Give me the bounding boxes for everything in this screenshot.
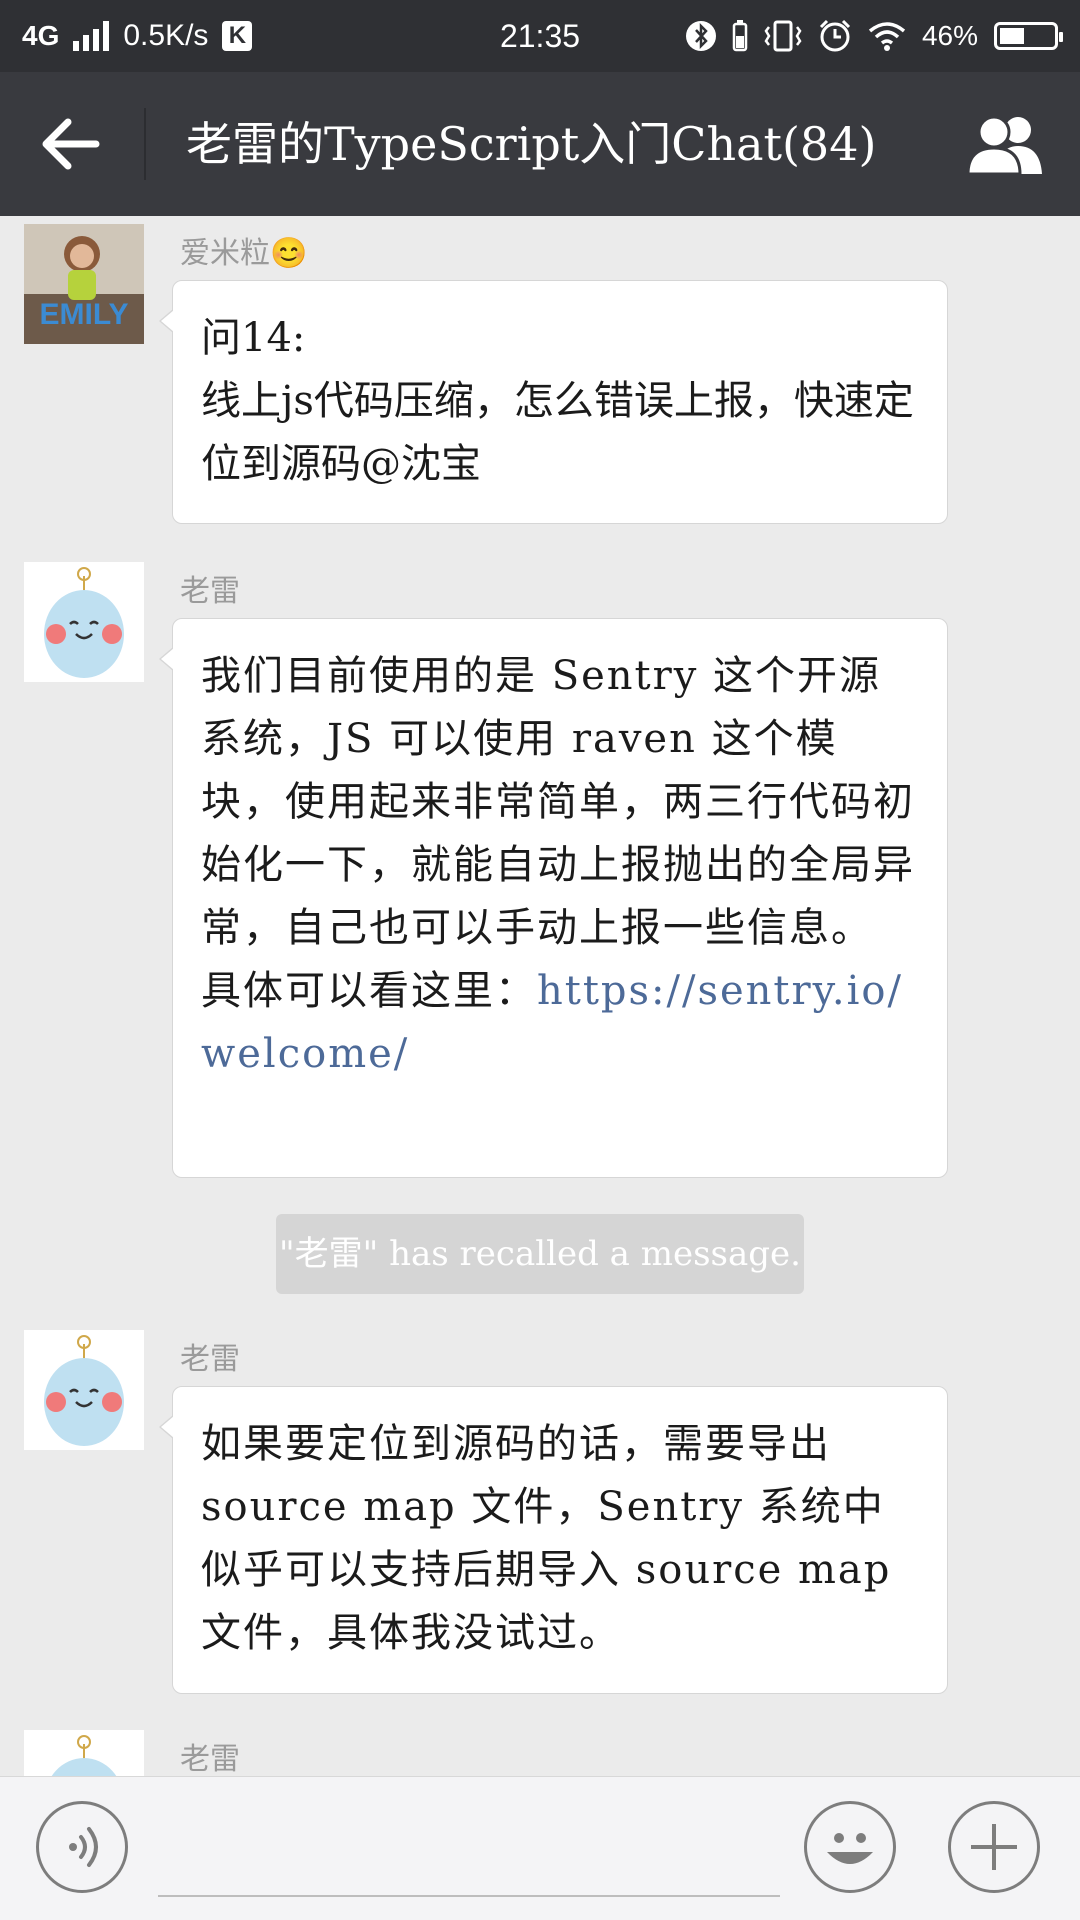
message-bubble[interactable]: 如果要定位到源码的话，需要导出 source map 文件，Sentry 系统中… xyxy=(159,1386,948,1694)
more-button[interactable] xyxy=(948,1801,1040,1893)
message-input[interactable] xyxy=(158,1895,780,1897)
sender-name: 爱米粒😊 xyxy=(180,236,308,271)
input-bar xyxy=(0,1776,1080,1920)
message-bubble[interactable]: 我们目前使用的是 Sentry 这个开源系统，JS 可以使用 raven 这个模… xyxy=(159,618,948,1178)
header-divider xyxy=(144,108,146,180)
avatar-letters: EMILY xyxy=(40,298,129,331)
avatar[interactable] xyxy=(24,562,144,682)
message-text: 问14: xyxy=(201,315,306,361)
back-arrow-icon[interactable] xyxy=(40,116,100,172)
message-link-line: 具体可以看这里：https://sentry.io/welcome/ xyxy=(201,960,919,1086)
message-text: 如果要定位到源码的话，需要导出 source map 文件，Sentry 系统中… xyxy=(201,1421,892,1656)
chat-title: 老雷的TypeScript入门Chat(84) xyxy=(186,117,877,171)
voice-button[interactable] xyxy=(36,1801,128,1893)
plus-icon xyxy=(971,1824,1017,1870)
alarm-icon xyxy=(819,19,851,52)
battery-small-icon xyxy=(732,20,748,52)
vibrate-icon xyxy=(764,20,802,52)
message-text: 线上js代码压缩，怎么错误上报，快速定位到源码@沈宝 xyxy=(201,378,914,487)
link-prefix: 具体可以看这里： xyxy=(201,968,537,1014)
sender-name: 老雷 xyxy=(180,1342,240,1377)
message-bubble[interactable]: 问14: 线上js代码压缩，怎么错误上报，快速定位到源码@沈宝 xyxy=(159,280,948,524)
emoji-button[interactable] xyxy=(804,1801,896,1893)
message-text: 我们目前使用的是 Sentry 这个开源系统，JS 可以使用 raven 这个模… xyxy=(201,653,915,951)
bluetooth-icon xyxy=(685,21,716,51)
sender-name: 老雷 xyxy=(180,1742,240,1776)
emoji-icon xyxy=(827,1833,873,1864)
message-list[interactable]: EMILY 爱米粒😊 问14: 线上js代码压缩，怎么错误上报，快速定位到源码@… xyxy=(0,216,1080,1776)
group-members-icon[interactable] xyxy=(964,114,1050,176)
voice-icon xyxy=(69,1827,98,1867)
recall-notice: "老雷" has recalled a message. xyxy=(276,1214,804,1294)
battery-icon xyxy=(994,22,1063,50)
wifi-icon xyxy=(868,22,906,51)
avatar[interactable]: EMILY xyxy=(24,224,144,344)
status-bar: 4G 0.5K/s K 21:35 46% xyxy=(0,0,1080,72)
avatar[interactable] xyxy=(24,1730,144,1776)
battery-percent: 46% xyxy=(921,20,978,51)
chat-header: 老雷的TypeScript入门Chat(84) xyxy=(0,72,1080,216)
avatar[interactable] xyxy=(24,1330,144,1450)
sender-name: 老雷 xyxy=(180,574,240,609)
